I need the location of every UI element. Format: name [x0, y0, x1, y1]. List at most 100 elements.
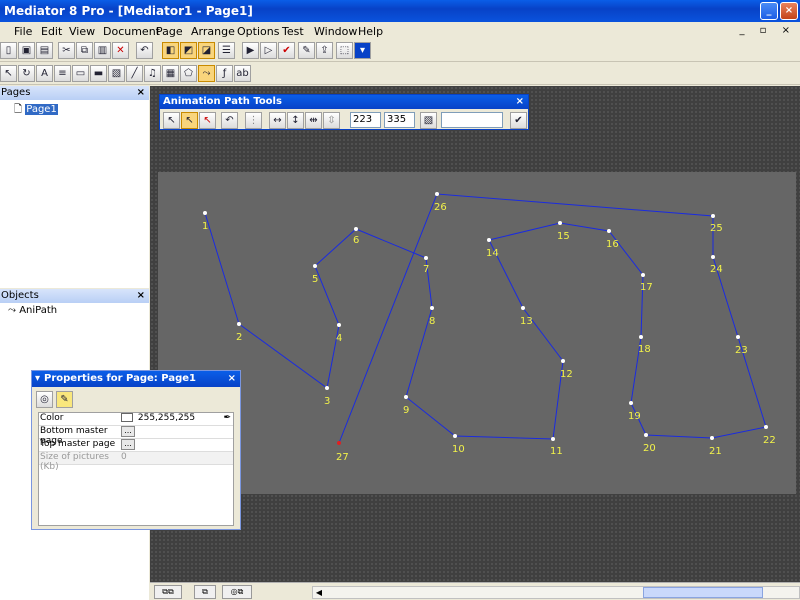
path-point-label-20: 20: [643, 443, 656, 454]
path-point-label-14: 14: [486, 248, 499, 259]
path-point-11[interactable]: [551, 437, 555, 441]
path-point-13[interactable]: [521, 306, 525, 310]
scroll-left-icon[interactable]: ◀: [313, 587, 325, 598]
animation-path-tools-title: Animation Path Tools: [163, 96, 282, 107]
path-point-label-17: 17: [640, 282, 653, 293]
path-point-17[interactable]: [641, 273, 645, 277]
close-icon[interactable]: ×: [516, 95, 524, 109]
path-point-label-4: 4: [336, 333, 342, 344]
properties-title: Properties for Page: Page1: [44, 373, 196, 384]
animation-path-tools-title-bar[interactable]: Animation Path Tools ×: [160, 95, 528, 109]
path-point-15[interactable]: [558, 221, 562, 225]
grid-icon[interactable]: ⋮: [245, 112, 262, 129]
path-point-9[interactable]: [404, 395, 408, 399]
path-point-27[interactable]: [337, 441, 341, 445]
x-coordinate-field[interactable]: 223: [350, 112, 381, 128]
animation-path-line[interactable]: [204, 193, 767, 444]
path-point-7[interactable]: [424, 256, 428, 260]
property-row-color[interactable]: Color 255,255,255 ✒: [39, 413, 233, 426]
path-point-label-26: 26: [434, 202, 447, 213]
select-point-icon[interactable]: ↖: [163, 112, 180, 129]
distribute-h-icon[interactable]: ↔: [269, 112, 286, 129]
path-point-label-27: 27: [336, 452, 349, 463]
space-h-icon[interactable]: ⇹: [305, 112, 322, 129]
delete-point-icon[interactable]: ↖: [199, 112, 216, 129]
path-point-8[interactable]: [430, 306, 434, 310]
bottom-bar: ⧉⧉ ⧉ ◎⧉ ◀: [150, 582, 800, 600]
close-icon[interactable]: ×: [228, 371, 236, 387]
path-point-2[interactable]: [237, 322, 241, 326]
path-point-label-5: 5: [312, 274, 318, 285]
properties-title-bar[interactable]: ▾ Properties for Page: Page1 ×: [32, 371, 240, 387]
path-point-16[interactable]: [607, 229, 611, 233]
path-extra-field[interactable]: [441, 112, 503, 128]
path-point-14[interactable]: [487, 238, 491, 242]
path-point-12[interactable]: [561, 359, 565, 363]
path-point-label-11: 11: [550, 446, 563, 457]
collapse-icon[interactable]: ▾: [35, 371, 40, 387]
reverse-path-icon[interactable]: ↶: [221, 112, 238, 129]
path-point-label-2: 2: [236, 332, 242, 343]
path-point-4[interactable]: [337, 323, 341, 327]
animation-path-tools-window: Animation Path Tools × ↖ ↖ ↖ ↶ ⋮ ↔ ↕ ⇹ ⇳…: [159, 94, 529, 130]
path-point-label-6: 6: [353, 235, 359, 246]
path-point-6[interactable]: [354, 227, 358, 231]
path-point-label-9: 9: [403, 405, 409, 416]
path-point-18[interactable]: [639, 335, 643, 339]
property-value[interactable]: ...: [121, 426, 233, 439]
path-point-label-8: 8: [429, 316, 435, 327]
path-point-label-25: 25: [710, 223, 723, 234]
path-point-label-13: 13: [520, 316, 533, 327]
property-label: Top master page: [40, 439, 116, 449]
path-point-26[interactable]: [435, 192, 439, 196]
property-label: Color: [40, 413, 64, 423]
animation-path-points: 12345678910 11121314151617181920 212223242…: [202, 192, 776, 463]
property-value[interactable]: 255,255,255 ✒: [121, 413, 233, 426]
path-point-label-10: 10: [452, 444, 465, 455]
view-tab-master[interactable]: ◎⧉: [222, 585, 252, 599]
notes-icon[interactable]: ✎: [56, 391, 73, 408]
path-point-label-16: 16: [606, 239, 619, 250]
path-point-25[interactable]: [711, 214, 715, 218]
browse-button[interactable]: ...: [121, 426, 135, 437]
property-label: Size of pictures (Kb): [40, 452, 109, 472]
horizontal-scrollbar[interactable]: ◀: [312, 586, 800, 599]
path-point-5[interactable]: [313, 264, 317, 268]
path-point-22[interactable]: [764, 425, 768, 429]
path-point-label-1: 1: [202, 221, 208, 232]
path-point-19[interactable]: [629, 401, 633, 405]
property-row-picture-size: Size of pictures (Kb) 0: [39, 452, 233, 472]
view-tab-object[interactable]: ⧉⧉: [154, 585, 182, 599]
path-point-21[interactable]: [710, 436, 714, 440]
path-point-label-18: 18: [638, 344, 651, 355]
path-point-label-21: 21: [709, 446, 722, 457]
color-picker-icon[interactable]: ✒: [223, 413, 231, 423]
properties-window: ▾ Properties for Page: Page1 × ◎ ✎ Color…: [31, 370, 241, 530]
path-point-label-7: 7: [423, 264, 429, 275]
distribute-v-icon[interactable]: ↕: [287, 112, 304, 129]
path-point-label-19: 19: [628, 411, 641, 422]
path-point-3[interactable]: [325, 386, 329, 390]
path-point-label-23: 23: [735, 345, 748, 356]
path-point-label-12: 12: [560, 369, 573, 380]
events-icon[interactable]: ◎: [36, 391, 53, 408]
path-point-24[interactable]: [711, 255, 715, 259]
picture-size-value: 0: [121, 452, 127, 462]
view-tab-page[interactable]: ⧉: [194, 585, 216, 599]
y-coordinate-field[interactable]: 335: [384, 112, 415, 128]
property-row-bottom-master[interactable]: Bottom master page ...: [39, 426, 233, 446]
path-point-23[interactable]: [736, 335, 740, 339]
apply-icon[interactable]: ✔: [510, 112, 527, 129]
path-point-20[interactable]: [644, 433, 648, 437]
path-point-10[interactable]: [453, 434, 457, 438]
property-value[interactable]: ...: [121, 439, 233, 452]
scroll-thumb[interactable]: [643, 587, 763, 598]
path-image-icon[interactable]: ▧: [420, 112, 437, 129]
space-v-icon[interactable]: ⇳: [323, 112, 340, 129]
add-point-icon[interactable]: ↖: [181, 112, 198, 129]
path-point-label-22: 22: [763, 435, 776, 446]
properties-grid: Color 255,255,255 ✒ Bottom master page .…: [38, 412, 234, 526]
browse-button[interactable]: ...: [121, 439, 135, 450]
path-point-1[interactable]: [203, 211, 207, 215]
property-row-top-master[interactable]: Top master page ...: [39, 439, 233, 452]
